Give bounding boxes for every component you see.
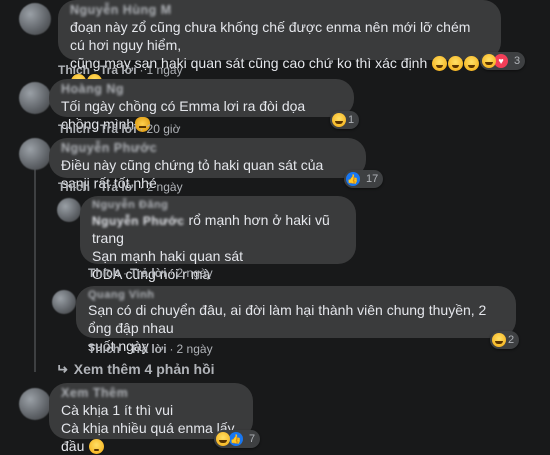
reply-button[interactable]: Trả lời: [100, 63, 137, 77]
reply-actions: Thích · Trả lời · 2 ngày: [88, 266, 213, 280]
reaction-count: 1: [348, 114, 355, 126]
haha-reaction-icon: [216, 432, 230, 446]
avatar[interactable]: [19, 138, 51, 170]
reply-button[interactable]: Trả lời: [130, 342, 167, 356]
view-more-replies-label: Xem thêm 4 phản hồi: [73, 361, 215, 377]
reply-button[interactable]: Trả lời: [130, 266, 167, 280]
like-reaction-icon: 👍: [229, 432, 243, 446]
reply-button[interactable]: Trả lời: [100, 122, 137, 136]
reaction-summary[interactable]: 👍 7: [214, 430, 261, 448]
reply-actions: Thích · Trả lời · 2 ngày: [88, 342, 213, 356]
reaction-count: 7: [249, 433, 256, 445]
comment-time[interactable]: 20 giờ: [147, 122, 181, 136]
reply-time[interactable]: 2 ngày: [177, 342, 213, 356]
reply-button[interactable]: Trả lời: [100, 180, 137, 194]
reaction-summary[interactable]: 2: [490, 331, 520, 349]
haha-reaction-icon: [332, 113, 346, 127]
comment-time[interactable]: 1 ngày: [147, 63, 183, 77]
reaction-count: 2: [508, 334, 515, 346]
view-more-replies-link[interactable]: ↵ Xem thêm 4 phản hồi: [56, 361, 215, 378]
comment-actions: Thích · Trả lời · 1 ngày: [58, 63, 183, 77]
sweat-smile-emoji-icon: [464, 56, 480, 71]
haha-reaction-icon: [482, 54, 496, 68]
sweat-smile-emoji-icon: [432, 56, 448, 71]
avatar[interactable]: [19, 82, 51, 114]
reaction-summary[interactable]: ♥ 3: [480, 52, 526, 70]
thread-line: [34, 162, 36, 372]
comment-bubble: Nguyễn Phước Điều này cũng chứng tỏ haki…: [49, 138, 366, 191]
avatar[interactable]: [52, 290, 76, 314]
reaction-summary[interactable]: 👍 17: [344, 170, 384, 188]
comment-author[interactable]: Nguyễn Phước: [61, 141, 354, 156]
reply-bubble: Quang Vinh Sạn có di chuyển đâu, ai đời …: [76, 286, 516, 354]
tagged-user[interactable]: Nguyễn Phước: [92, 214, 185, 229]
reaction-summary[interactable]: 1: [330, 111, 360, 129]
reply-author[interactable]: Quang Vinh: [88, 289, 504, 301]
reply-bubble: Nguyễn Đăng Nguyễn Phước rổ mạnh hơn ở h…: [80, 196, 356, 282]
avatar[interactable]: [57, 198, 81, 222]
comment-bubble: Nguyễn Hùng M đoạn này zổ cũng chưa khốn…: [58, 0, 501, 89]
comment-actions: Thích · Trả lời · 20 giờ: [58, 122, 181, 136]
like-reaction-icon: 👍: [346, 172, 360, 186]
comment-author[interactable]: Nguyễn Hùng M: [70, 3, 489, 18]
like-button[interactable]: Thích: [58, 122, 90, 136]
like-button[interactable]: Thích: [88, 266, 120, 280]
reply-author[interactable]: Nguyễn Đăng: [92, 199, 344, 211]
reaction-count: 3: [514, 55, 521, 67]
like-button[interactable]: Thích: [58, 180, 90, 194]
comment-actions: Thích · Trả lời · 2 ngày: [58, 180, 183, 194]
sweat-smile-emoji-icon: [448, 56, 464, 71]
comment-author[interactable]: Hoàng Ng: [61, 82, 342, 97]
like-button[interactable]: Thích: [58, 63, 90, 77]
reply-arrow-icon: ↵: [56, 361, 68, 377]
comment-author[interactable]: Xem Thêm: [61, 386, 241, 401]
haha-reaction-icon: [492, 333, 506, 347]
reply-time[interactable]: 2 ngày: [177, 266, 213, 280]
comment-time[interactable]: 2 ngày: [147, 180, 183, 194]
love-reaction-icon: ♥: [494, 54, 508, 68]
comment-bubble: Hoàng Ng Tối ngày chồng có Emma lơi ra đ…: [49, 79, 354, 132]
avatar[interactable]: [19, 3, 51, 35]
avatar[interactable]: [19, 388, 51, 420]
like-button[interactable]: Thích: [88, 342, 120, 356]
reaction-count: 17: [366, 173, 379, 185]
